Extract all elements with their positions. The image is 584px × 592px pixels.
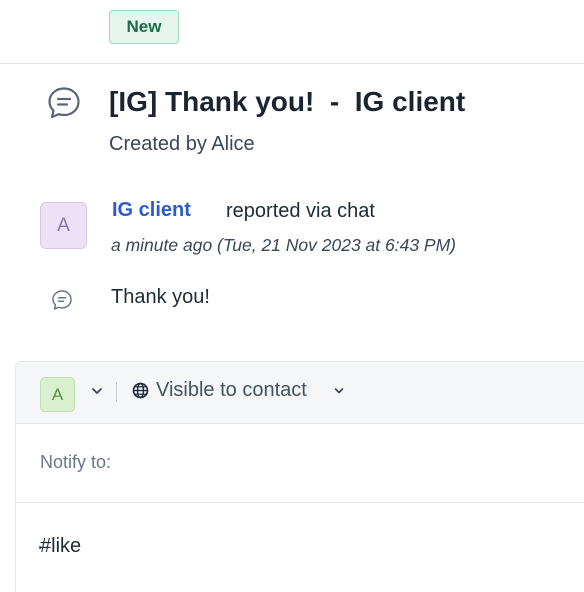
message-timestamp: a minute ago (Tue, 21 Nov 2023 at 6:43 P… [111, 235, 457, 255]
reply-text-input[interactable]: #like [40, 535, 81, 558]
globe-icon [132, 382, 149, 399]
reported-via-text: reported via chat [226, 200, 375, 222]
notify-field[interactable]: Notify to: [16, 423, 584, 503]
reply-toolbar: A Visible to contact [16, 362, 584, 424]
requester-avatar[interactable]: A [40, 202, 87, 249]
chat-bubble-icon [52, 290, 72, 310]
reply-editor-panel: A Visible to contact Notify to: #like [15, 361, 584, 592]
chat-bubble-icon [48, 87, 80, 119]
requester-link[interactable]: IG client [112, 199, 191, 222]
visibility-dropdown[interactable]: Visible to contact [156, 379, 307, 402]
created-by-text: Created by Alice [109, 133, 255, 155]
message-body: Thank you! [111, 286, 210, 308]
notify-label: Notify to: [40, 452, 112, 472]
chevron-down-icon[interactable] [334, 387, 344, 395]
agent-avatar[interactable]: A [40, 377, 75, 412]
status-badge[interactable]: New [109, 10, 179, 44]
chevron-down-icon[interactable] [91, 386, 103, 396]
ticket-title: [IG] Thank you! - IG client [109, 86, 466, 117]
ticket-detail-page: New [IG] Thank you! - IG client Created … [0, 0, 584, 592]
divider [0, 63, 584, 64]
toolbar-separator [116, 382, 117, 402]
